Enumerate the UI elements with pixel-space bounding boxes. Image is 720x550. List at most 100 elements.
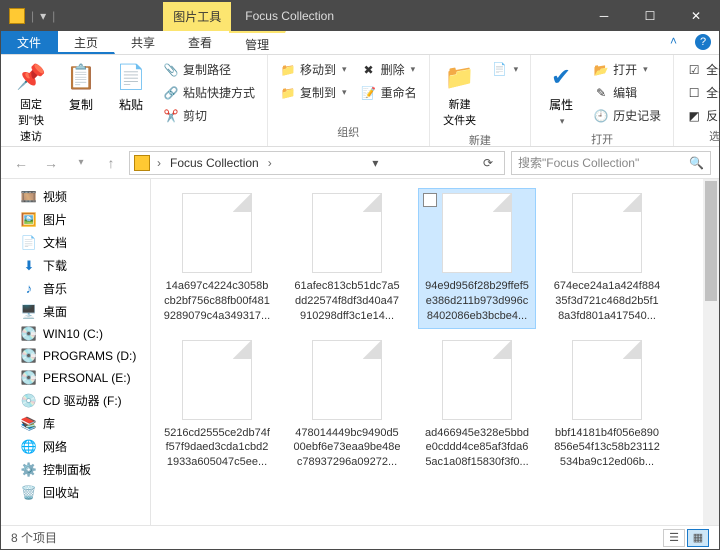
file-name: bbf14181b4f056e890856e54f13c58b23112534b… <box>553 426 661 471</box>
ribbon-collapse-icon[interactable]: ˄ <box>660 31 687 54</box>
address-bar: ← → ▾ ↑ › Focus Collection › ▾ ⟳ 搜索"Focu… <box>1 147 719 179</box>
sidebar-item[interactable]: 💿CD 驱动器 (F:) <box>1 389 150 412</box>
qat-dropdown-icon[interactable]: ▾ <box>40 9 46 23</box>
titlebar: | ▾ | 图片工具 Focus Collection ─ ☐ ✕ <box>1 1 719 31</box>
file-item[interactable]: 674ece24a1a424f88435f3d721c468d2b5f18a3f… <box>549 189 665 328</box>
sidebar-item[interactable]: 💽 PERSONAL (E:) <box>1 367 150 389</box>
help-icon[interactable]: ? <box>695 34 711 50</box>
sidebar-item-icon: 🌐 <box>21 439 37 455</box>
scrollbar[interactable] <box>703 179 719 525</box>
sidebar-item[interactable]: 🖥️桌面 <box>1 300 150 323</box>
invertselect-button[interactable]: ◩反向选择 <box>682 105 720 126</box>
tab-share[interactable]: 共享 <box>115 31 172 54</box>
sidebar-item[interactable]: 🎞️视频 <box>1 185 150 208</box>
properties-icon: ✔ <box>545 61 577 93</box>
copyto-button[interactable]: 📁复制到▾ <box>276 82 351 103</box>
file-name: 14a697c4224c3058bcb2bf756c88fb00f4819289… <box>163 279 271 324</box>
file-item[interactable]: 5216cd2555ce2db74ff57f9daed3cda1cbd21933… <box>159 336 275 475</box>
edit-button[interactable]: ✎编辑 <box>589 82 665 103</box>
file-item[interactable]: ad466945e328e5bbde0cddd4ce85af3fda65ac1a… <box>419 336 535 475</box>
file-name: 478014449bc9490d500ebf6e73eaa9be48ec7893… <box>293 426 401 471</box>
file-item[interactable]: bbf14181b4f056e890856e54f13c58b23112534b… <box>549 336 665 475</box>
sidebar-item-icon: 📚 <box>21 416 37 432</box>
cut-button[interactable]: ✂️剪切 <box>159 105 259 126</box>
sidebar-item-label: 视频 <box>43 188 67 205</box>
sidebar-item[interactable]: 💽PROGRAMS (D:) <box>1 345 150 367</box>
status-bar: 8 个项目 ☰ ▦ <box>1 525 719 549</box>
nav-forward-button[interactable]: → <box>39 151 63 175</box>
chevron-right-icon[interactable]: › <box>265 156 275 170</box>
address-dropdown-icon[interactable]: ▾ <box>363 156 387 170</box>
nav-up-button[interactable]: ↑ <box>99 151 123 175</box>
copypath-button[interactable]: 📎复制路径 <box>159 59 259 80</box>
search-icon[interactable]: 🔍 <box>689 156 704 170</box>
view-details-button[interactable]: ☰ <box>663 529 685 547</box>
view-icons-button[interactable]: ▦ <box>687 529 709 547</box>
moveto-button[interactable]: 📁移动到▾ <box>276 59 351 80</box>
contextual-tab-label: 图片工具 <box>163 2 231 31</box>
file-thumbnail <box>572 193 642 273</box>
minimize-button[interactable]: ─ <box>581 1 627 31</box>
search-input[interactable]: 搜索"Focus Collection" 🔍 <box>511 151 711 175</box>
history-icon: 🕘 <box>593 108 609 124</box>
paste-button[interactable]: 📄 粘贴 <box>109 59 153 115</box>
sidebar-item-icon: 💽 <box>21 326 37 342</box>
properties-button[interactable]: ✔ 属性▾ <box>539 59 583 129</box>
sidebar-item[interactable]: ⚙️控制面板 <box>1 458 150 481</box>
file-name: 61afec813cb51dc7a5dd22574f8df3d40a479102… <box>293 279 401 324</box>
file-item[interactable]: 61afec813cb51dc7a5dd22574f8df3d40a479102… <box>289 189 405 328</box>
sidebar-item-label: 库 <box>43 415 55 432</box>
newfolder-button[interactable]: 📁 新建 文件夹 <box>438 59 482 130</box>
sidebar-item[interactable]: 📚库 <box>1 412 150 435</box>
nav-recent-dropdown[interactable]: ▾ <box>69 151 93 175</box>
tab-home[interactable]: 主页 <box>58 31 115 54</box>
sidebar-item[interactable]: 📄文档 <box>1 231 150 254</box>
sidebar-item-label: 文档 <box>43 234 67 251</box>
breadcrumb[interactable]: › Focus Collection › ▾ ⟳ <box>129 151 505 175</box>
group-open-label: 打开 <box>591 129 613 149</box>
selectnone-button[interactable]: ☐全部取消 <box>682 82 720 103</box>
sidebar-item-label: PERSONAL (E:) <box>43 371 131 385</box>
sidebar-item[interactable]: 🖼️图片 <box>1 208 150 231</box>
navigation-pane: 🎞️视频🖼️图片📄文档⬇下载♪音乐🖥️桌面💽WIN10 (C:)💽PROGRAM… <box>1 179 151 525</box>
newitem-dropdown[interactable]: 📄▾ <box>488 59 523 79</box>
sidebar-item-label: WIN10 (C:) <box>43 327 103 341</box>
sidebar-item-label: 下载 <box>43 257 67 274</box>
close-button[interactable]: ✕ <box>673 1 719 31</box>
maximize-button[interactable]: ☐ <box>627 1 673 31</box>
file-item[interactable]: 94e9d956f28b29ffef5e386d211b973d996c8402… <box>419 189 535 328</box>
copy-button[interactable]: 📋 复制 <box>59 59 103 115</box>
sidebar-item[interactable]: ⬇下载 <box>1 254 150 277</box>
app-icon <box>9 8 25 24</box>
chevron-right-icon[interactable]: › <box>154 156 164 170</box>
pasteshortcut-button[interactable]: 🔗粘贴快捷方式 <box>159 82 259 103</box>
selectall-icon: ☑ <box>686 62 702 78</box>
history-button[interactable]: 🕘历史记录 <box>589 105 665 126</box>
sidebar-item-icon: 💿 <box>21 393 37 409</box>
sidebar-item-icon: 💽 <box>21 370 37 386</box>
rename-button[interactable]: 📝重命名 <box>357 82 421 103</box>
sidebar-item[interactable]: 🌐网络 <box>1 435 150 458</box>
file-view[interactable]: 14a697c4224c3058bcb2bf756c88fb00f4819289… <box>151 179 719 525</box>
delete-button[interactable]: ✖删除▾ <box>357 59 421 80</box>
sidebar-item[interactable]: ♪音乐 <box>1 277 150 300</box>
scrollbar-thumb[interactable] <box>705 181 717 301</box>
selectall-button[interactable]: ☑全部选择 <box>682 59 720 80</box>
file-item[interactable]: 14a697c4224c3058bcb2bf756c88fb00f4819289… <box>159 189 275 328</box>
moveto-icon: 📁 <box>280 62 296 78</box>
file-item[interactable]: 478014449bc9490d500ebf6e73eaa9be48ec7893… <box>289 336 405 475</box>
selectnone-icon: ☐ <box>686 85 702 101</box>
tab-file[interactable]: 文件 <box>1 31 58 54</box>
file-thumbnail <box>312 340 382 420</box>
nav-back-button[interactable]: ← <box>9 151 33 175</box>
tab-manage[interactable]: 管理 <box>229 31 286 54</box>
sidebar-item-label: PROGRAMS (D:) <box>43 349 136 363</box>
sidebar-item[interactable]: 🗑️回收站 <box>1 481 150 504</box>
sidebar-item[interactable]: 💽 WIN10 (C:) <box>1 323 150 345</box>
tab-view[interactable]: 查看 <box>172 31 229 54</box>
paste-icon: 📄 <box>115 61 147 93</box>
refresh-icon[interactable]: ⟳ <box>476 156 500 170</box>
invert-icon: ◩ <box>686 108 702 124</box>
open-button[interactable]: 📂打开▾ <box>589 59 665 80</box>
breadcrumb-segment[interactable]: Focus Collection <box>168 156 261 170</box>
